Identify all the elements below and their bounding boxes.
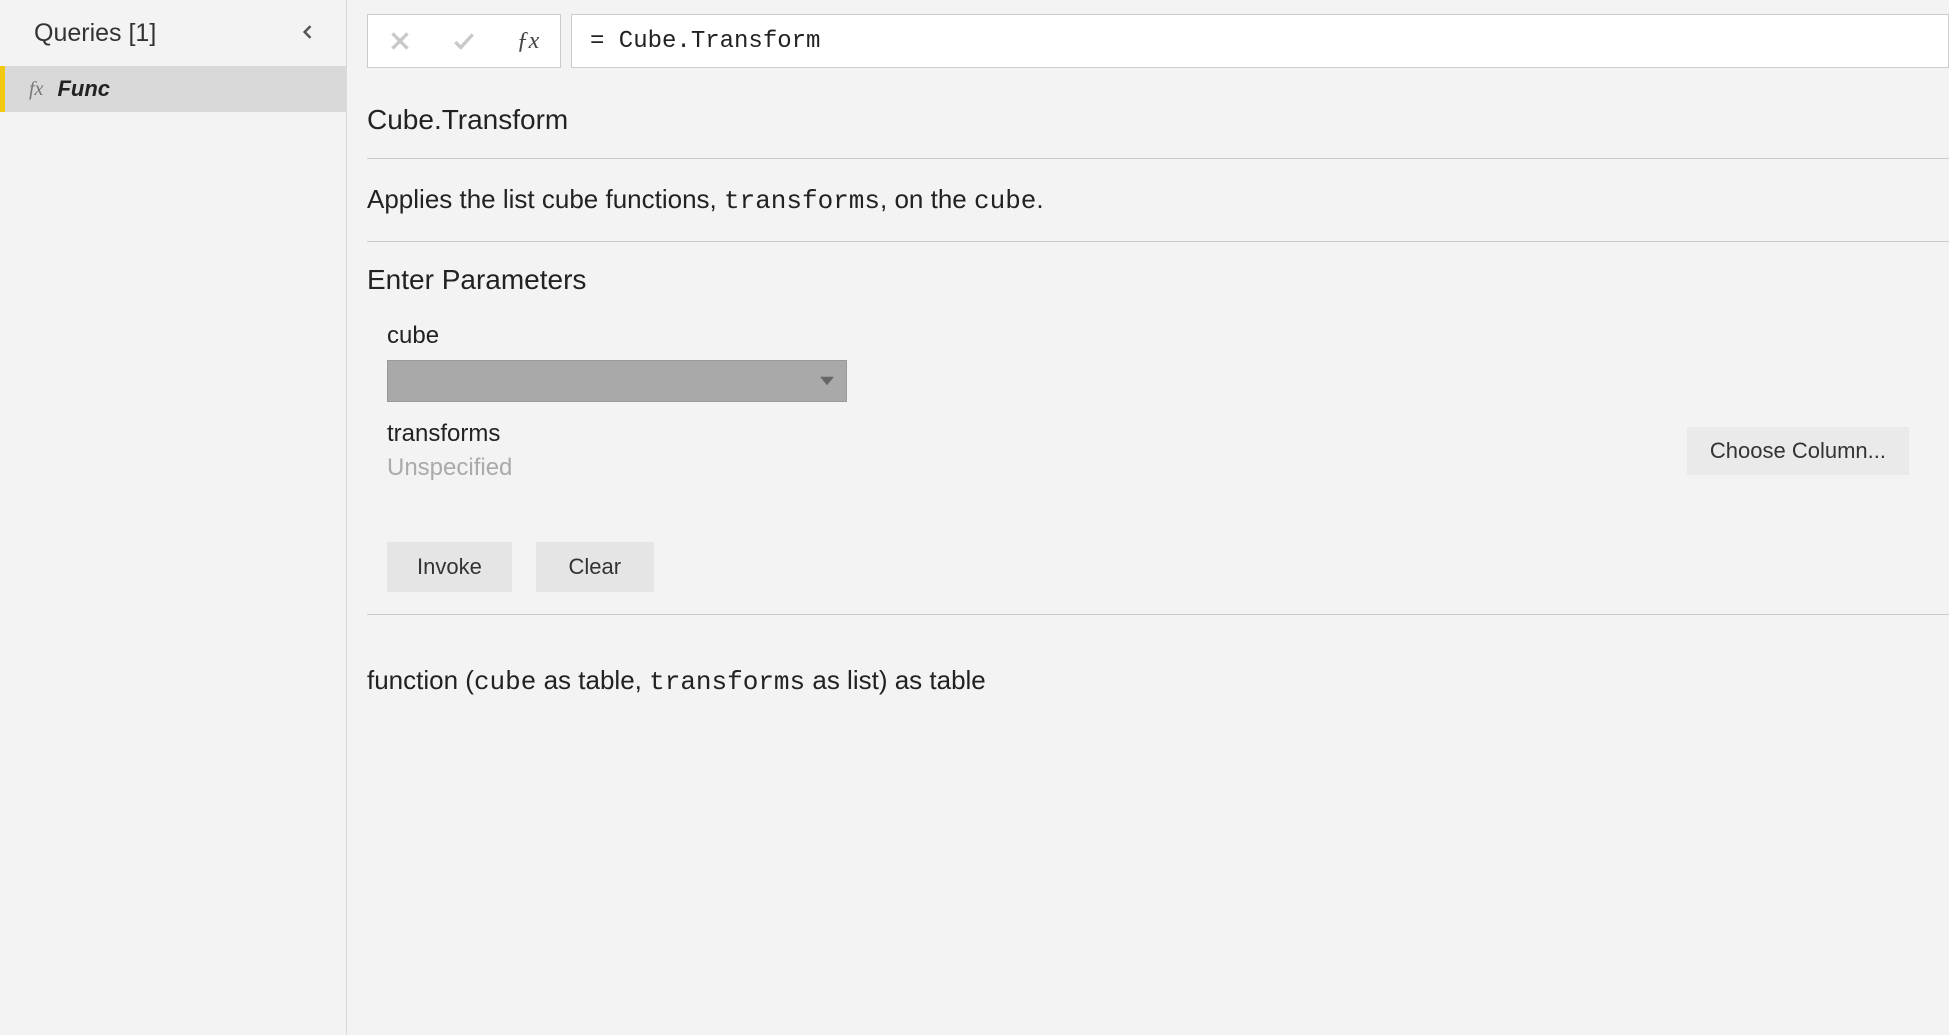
signature-section: function (cube as table, transforms as l… (367, 615, 1949, 759)
formula-bar-buttons: ƒx (367, 14, 561, 68)
desc-text: , on the (880, 184, 974, 214)
action-buttons-row: Invoke Clear (367, 542, 1949, 592)
choose-column-button[interactable]: Choose Column... (1687, 427, 1909, 475)
chevron-left-icon (298, 22, 318, 42)
queries-sidebar: Queries [1] fx Func (0, 0, 347, 1035)
invoke-button[interactable]: Invoke (387, 542, 512, 592)
sig-text: function ( (367, 665, 474, 695)
function-description: Applies the list cube functions, transfo… (367, 181, 1949, 219)
fx-icon: fx (29, 78, 43, 101)
sidebar-title: Queries [1] (34, 19, 156, 48)
check-icon (451, 28, 477, 54)
fx-icon: ƒx (517, 28, 540, 55)
param-transforms-value: Unspecified (387, 454, 512, 482)
param-cube: cube (367, 322, 1949, 402)
desc-text: . (1036, 184, 1043, 214)
sig-text: as list) as table (805, 665, 986, 695)
formula-bar-row: ƒx = Cube.Transform (347, 0, 1949, 82)
content-area: Cube.Transform Applies the list cube fun… (347, 82, 1949, 1035)
main-area: ƒx = Cube.Transform Cube.Transform Appli… (347, 0, 1949, 1035)
clear-button[interactable]: Clear (536, 542, 654, 592)
close-icon (387, 28, 413, 54)
desc-param: cube (974, 186, 1036, 216)
function-title-section: Cube.Transform (367, 82, 1949, 159)
parameters-heading: Enter Parameters (367, 264, 1949, 296)
formula-input[interactable]: = Cube.Transform (571, 14, 1949, 68)
function-title: Cube.Transform (367, 104, 1949, 136)
param-transforms-row: transforms Unspecified Choose Column... (367, 420, 1949, 482)
desc-param: transforms (724, 186, 880, 216)
sig-text: as table, (536, 665, 649, 695)
query-item-label: Func (57, 76, 110, 102)
desc-text: Applies the list cube functions, (367, 184, 724, 214)
chevron-down-icon (820, 376, 834, 386)
param-cube-label: cube (387, 322, 1949, 350)
sig-param: transforms (649, 667, 805, 697)
param-transforms-label: transforms (387, 420, 512, 448)
fx-button[interactable]: ƒx (496, 15, 560, 67)
query-item-func[interactable]: fx Func (0, 66, 346, 112)
sig-param: cube (474, 667, 536, 697)
cancel-formula-button[interactable] (368, 15, 432, 67)
param-transforms: transforms Unspecified (387, 420, 512, 482)
parameters-section: Enter Parameters cube transforms Unspeci… (367, 242, 1949, 615)
app-root: Queries [1] fx Func ƒx (0, 0, 1949, 1035)
confirm-formula-button[interactable] (432, 15, 496, 67)
function-description-section: Applies the list cube functions, transfo… (367, 159, 1949, 242)
function-signature: function (cube as table, transforms as l… (367, 637, 1949, 737)
param-cube-dropdown[interactable] (387, 360, 847, 402)
collapse-sidebar-button[interactable] (290, 16, 326, 50)
sidebar-header: Queries [1] (0, 0, 346, 66)
